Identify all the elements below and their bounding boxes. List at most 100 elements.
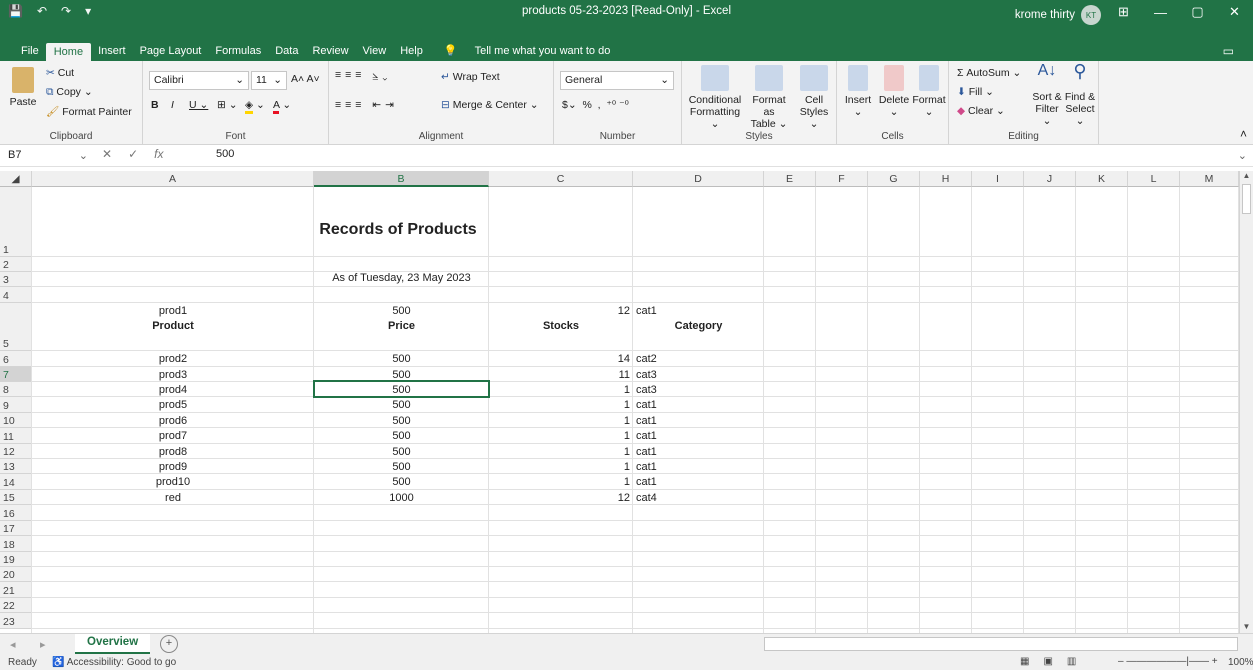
horizontal-align-icons[interactable]: ≡≡≡ ⇤⇥ bbox=[335, 99, 398, 111]
number-format-buttons[interactable]: $⌄ % , ⁺⁰ ⁻⁰ bbox=[562, 99, 629, 111]
tab-nav-prev-icon[interactable]: ◂ bbox=[10, 638, 16, 651]
row-header[interactable]: 2 bbox=[0, 257, 32, 272]
cell-price[interactable]: 500 bbox=[314, 475, 489, 489]
cell-category[interactable]: cat1 bbox=[636, 304, 764, 318]
tab-nav-next-icon[interactable]: ▸ bbox=[40, 638, 46, 651]
fx-icon[interactable]: fx bbox=[154, 147, 163, 161]
column-header-g[interactable]: G bbox=[868, 171, 920, 187]
cell-price[interactable]: 500 bbox=[314, 414, 489, 428]
close-button[interactable]: ✕ bbox=[1216, 0, 1253, 24]
ribbon-display-icon[interactable]: ⊞ bbox=[1105, 0, 1142, 24]
fill-color-icon[interactable]: ◈ ⌄ bbox=[245, 99, 265, 114]
insert-cells-button[interactable]: Insert ⌄ bbox=[841, 65, 875, 118]
tab-home[interactable]: Home bbox=[45, 43, 92, 61]
cell-price[interactable]: 500 bbox=[314, 445, 489, 459]
copy-button[interactable]: ⧉ Copy ⌄ bbox=[46, 86, 93, 99]
collapse-ribbon-icon[interactable]: ˄ bbox=[1240, 127, 1247, 141]
row-header[interactable]: 11 bbox=[0, 428, 32, 444]
row-header[interactable]: 23 bbox=[0, 613, 32, 629]
cell-product[interactable]: prod1 bbox=[32, 304, 314, 318]
column-header-c[interactable]: C bbox=[489, 171, 633, 187]
cell-price[interactable]: 500 bbox=[314, 398, 489, 412]
format-cells-button[interactable]: Format ⌄ bbox=[911, 65, 947, 118]
find-select-button[interactable]: ⚲ Find & Select ⌄ bbox=[1063, 62, 1097, 127]
cell-category[interactable]: cat3 bbox=[636, 383, 764, 397]
row-header[interactable]: 17 bbox=[0, 521, 32, 536]
tab-file[interactable]: File bbox=[14, 45, 46, 61]
vertical-scrollbar[interactable]: ▲ ▼ bbox=[1239, 171, 1253, 633]
cell-category[interactable]: cat4 bbox=[636, 491, 764, 505]
accessibility-status[interactable]: ♿ Accessibility: Good to go bbox=[52, 657, 176, 668]
cell-product[interactable]: prod10 bbox=[32, 475, 314, 489]
cell-styles-button[interactable]: Cell Styles ⌄ bbox=[794, 65, 834, 130]
row-header[interactable]: 7 bbox=[0, 367, 32, 382]
cell-price[interactable]: 500 bbox=[314, 352, 489, 366]
user-account[interactable]: krome thirty KT bbox=[1015, 5, 1101, 25]
font-grow-shrink[interactable]: A˄ A˅ bbox=[291, 73, 320, 85]
conditional-formatting-button[interactable]: Conditional Formatting ⌄ bbox=[686, 65, 744, 130]
row-header[interactable]: 14 bbox=[0, 474, 32, 490]
comments-icon[interactable]: ▭ bbox=[1216, 44, 1241, 62]
format-painter-button[interactable]: 🖌 Format Painter bbox=[46, 105, 132, 118]
sheet-title[interactable]: Records of Products bbox=[32, 220, 764, 240]
row-header[interactable]: 6 bbox=[0, 351, 32, 367]
column-header-l[interactable]: L bbox=[1128, 171, 1180, 187]
row-header[interactable]: 15 bbox=[0, 490, 32, 505]
autosum-button[interactable]: Σ AutoSum ⌄ bbox=[957, 67, 1021, 79]
enter-icon[interactable]: ✓ bbox=[128, 147, 138, 161]
add-sheet-button[interactable]: + bbox=[160, 635, 178, 653]
vertical-align-icons[interactable]: ≡≡≡ ⦥⌄ bbox=[335, 69, 391, 82]
cell-price[interactable]: 1000 bbox=[314, 491, 489, 505]
select-all-corner[interactable]: ◢ bbox=[0, 171, 32, 187]
delete-cells-button[interactable]: Delete ⌄ bbox=[877, 65, 911, 118]
row-header[interactable]: 3 bbox=[0, 272, 32, 287]
column-header-j[interactable]: J bbox=[1024, 171, 1076, 187]
cell-stocks[interactable]: 1 bbox=[489, 429, 630, 443]
cell-category[interactable]: cat1 bbox=[636, 429, 764, 443]
cell-stocks[interactable]: 1 bbox=[489, 398, 630, 412]
cell-stocks[interactable]: 12 bbox=[489, 491, 630, 505]
row-header[interactable]: 1 bbox=[0, 187, 32, 257]
scroll-thumb[interactable] bbox=[1242, 184, 1251, 214]
cell-product[interactable]: prod7 bbox=[32, 429, 314, 443]
row-header[interactable]: 4 bbox=[0, 287, 32, 303]
font-name-select[interactable]: Calibri ⌄ bbox=[149, 71, 249, 90]
cell-category[interactable]: cat1 bbox=[636, 414, 764, 428]
cell-category[interactable]: cat1 bbox=[636, 475, 764, 489]
cell-category[interactable]: cat3 bbox=[636, 368, 764, 382]
name-box[interactable]: B7 ⌄ bbox=[4, 147, 92, 164]
row-header[interactable]: 16 bbox=[0, 505, 32, 521]
cell-category[interactable]: cat1 bbox=[636, 460, 764, 474]
column-header-k[interactable]: K bbox=[1076, 171, 1128, 187]
header-category[interactable]: Category bbox=[633, 319, 764, 333]
cell-product[interactable]: prod3 bbox=[32, 368, 314, 382]
cell-category[interactable]: cat2 bbox=[636, 352, 764, 366]
cell-product[interactable]: prod2 bbox=[32, 352, 314, 366]
cell-stocks[interactable]: 1 bbox=[489, 383, 630, 397]
row-header[interactable]: 21 bbox=[0, 582, 32, 598]
tab-help[interactable]: Help bbox=[393, 45, 430, 61]
header-product[interactable]: Product bbox=[32, 319, 314, 333]
cell-category[interactable]: cat1 bbox=[636, 445, 764, 459]
tab-data[interactable]: Data bbox=[268, 45, 305, 61]
row-header[interactable]: 18 bbox=[0, 536, 32, 552]
row-header[interactable]: 20 bbox=[0, 567, 32, 582]
zoom-slider[interactable]: – ——————|—— + bbox=[1118, 656, 1218, 667]
tab-page-layout[interactable]: Page Layout bbox=[133, 45, 209, 61]
clear-button[interactable]: ◆ Clear ⌄ bbox=[957, 105, 1005, 117]
cell-stocks[interactable]: 11 bbox=[489, 368, 630, 382]
column-header-i[interactable]: I bbox=[972, 171, 1024, 187]
italic-button[interactable]: I bbox=[171, 99, 174, 111]
column-header-f[interactable]: F bbox=[816, 171, 868, 187]
zoom-level[interactable]: 100% bbox=[1228, 657, 1253, 668]
worksheet-grid[interactable]: ◢ A B C D E F G H I J K L M Records of P… bbox=[0, 171, 1239, 633]
cell-stocks[interactable]: 1 bbox=[489, 460, 630, 474]
tab-view[interactable]: View bbox=[356, 45, 394, 61]
cell-product[interactable]: prod8 bbox=[32, 445, 314, 459]
cell-price[interactable]: 500 bbox=[314, 304, 489, 318]
underline-button[interactable]: U ⌄ bbox=[189, 99, 208, 111]
tab-insert[interactable]: Insert bbox=[91, 45, 133, 61]
row-header[interactable]: 8 bbox=[0, 382, 32, 397]
formula-input[interactable]: 500 bbox=[216, 148, 234, 160]
row-header[interactable]: 9 bbox=[0, 397, 32, 413]
